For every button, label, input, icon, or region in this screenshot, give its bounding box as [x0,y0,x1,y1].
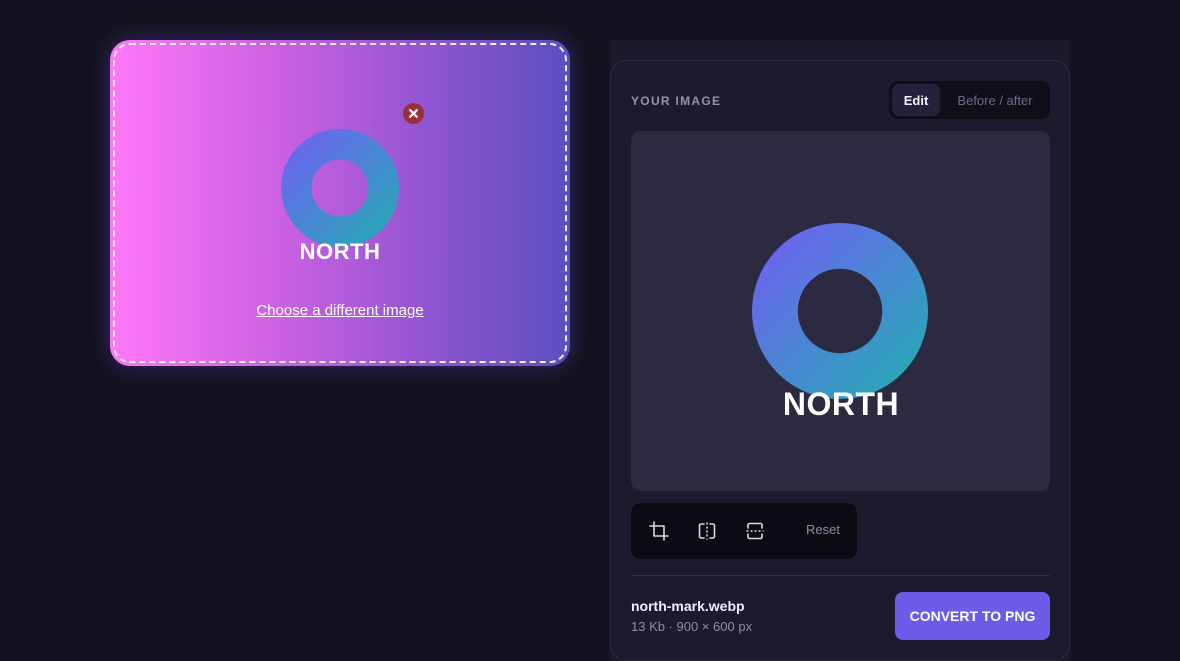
file-meta: 13 Kb · 900 × 600 px [631,619,753,634]
image-panel: YOUR IMAGE Edit Before / after NORTH Res… [610,60,1070,661]
flip-horizontal-icon [698,522,716,540]
flip-vertical-button[interactable] [743,519,767,543]
remove-image-button[interactable] [403,103,424,124]
flip-vertical-icon [746,522,764,540]
crop-icon [649,521,669,541]
thumbnail-ring-logo [281,129,399,247]
divider [631,575,1050,576]
preview-logo-text: NORTH [782,386,900,422]
edit-toolbar: Reset [631,503,857,559]
choose-different-image-link[interactable]: Choose a different image [110,302,570,319]
image-preview: NORTH [631,131,1050,491]
thumbnail-logo-text: NORTH [299,239,381,264]
panel-title: YOUR IMAGE [631,94,722,108]
tab-edit[interactable]: Edit [892,84,940,116]
converter-app: NORTH Choose a different image YOUR IMAG… [0,0,1180,661]
file-name: north-mark.webp [631,598,745,614]
image-dropzone[interactable]: NORTH Choose a different image [110,40,570,366]
flip-horizontal-button[interactable] [695,519,719,543]
convert-button[interactable]: CONVERT TO PNG [895,592,1050,640]
crop-button[interactable] [647,519,671,543]
tab-before-after[interactable]: Before / after [944,84,1046,116]
view-mode-toggle: Edit Before / after [889,81,1050,119]
close-icon [409,109,418,118]
preview-ring-logo [752,223,928,399]
reset-button[interactable]: Reset [806,522,840,537]
